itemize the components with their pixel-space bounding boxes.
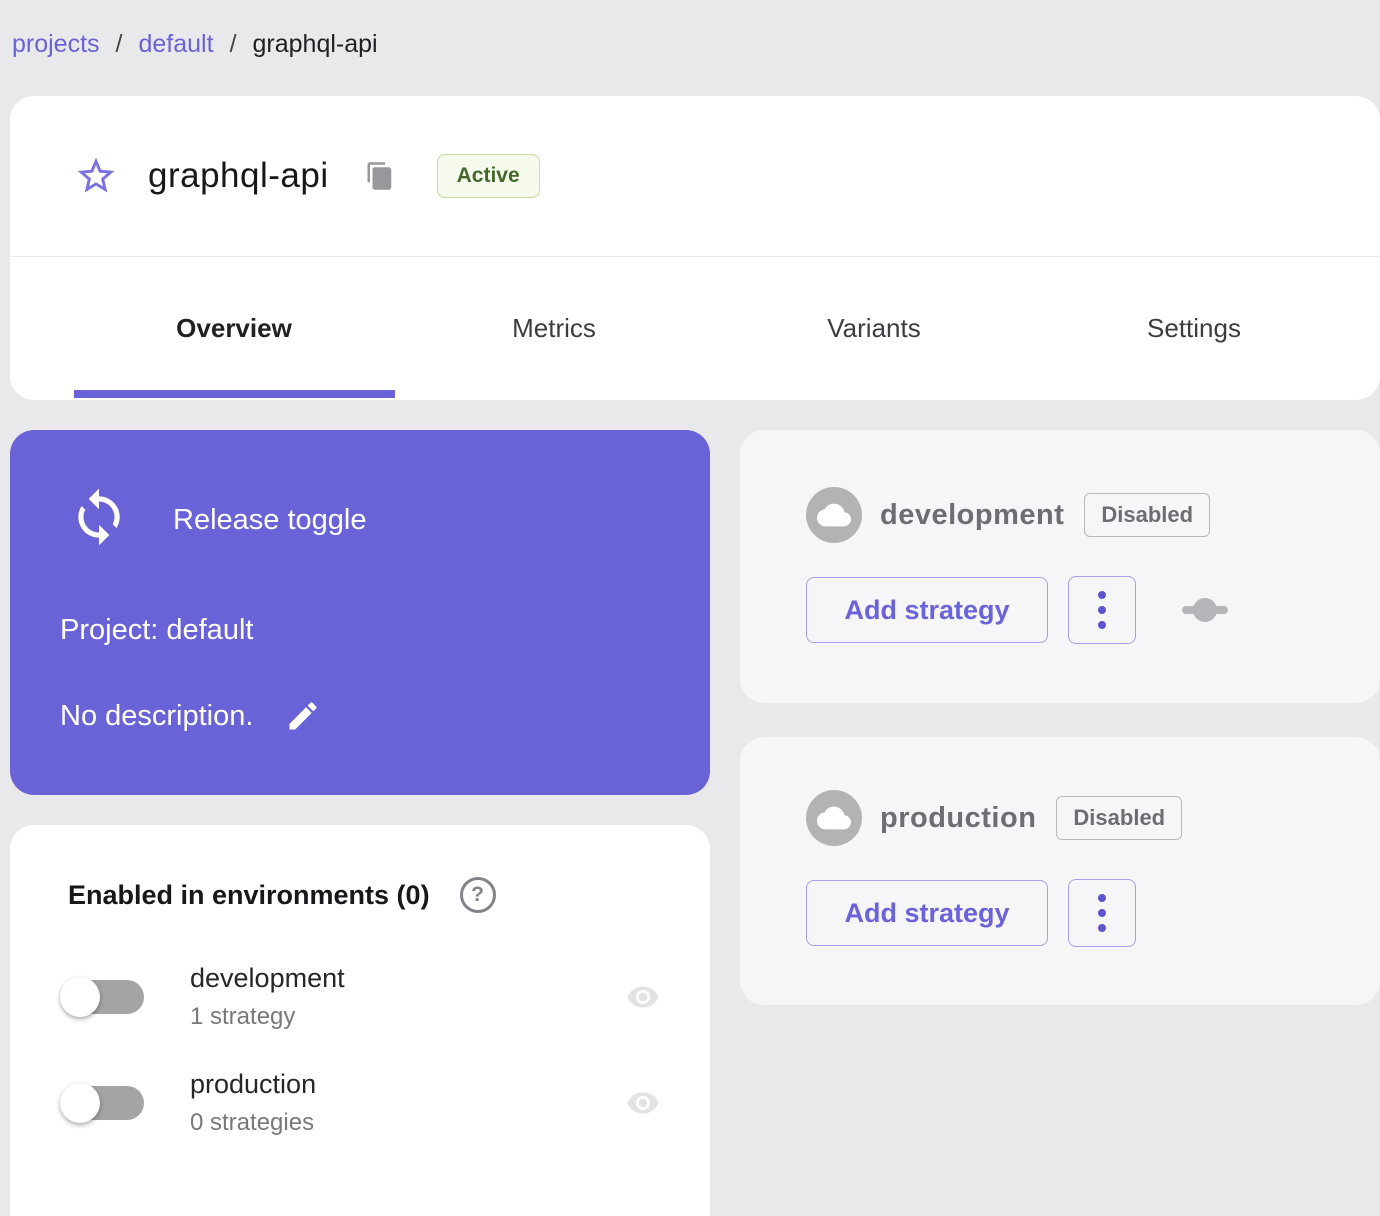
production-toggle-switch[interactable] [60,1078,144,1128]
environment-status-badge: Disabled [1084,493,1211,537]
toggle-description-label: No description. [60,699,254,732]
panel-environment-name: production [880,801,1037,834]
strategy-slider-icon [1182,597,1228,623]
breadcrumb-separator: / [115,30,123,58]
switch-thumb [60,977,100,1017]
edit-description-icon[interactable] [285,698,321,734]
cloud-environment-icon [806,487,862,543]
help-icon[interactable]: ? [459,877,496,913]
add-strategy-button[interactable]: Add strategy [806,577,1048,643]
release-toggle-icon [68,486,130,548]
development-strategy-panel: development Disabled Add strategy [740,430,1380,703]
project-feature-page: projects / default / graphql-api graphql… [0,0,1380,1216]
breadcrumb-separator: / [229,30,237,58]
production-strategy-panel: production Disabled Add strategy [740,737,1380,1005]
active-tab-indicator [74,390,395,398]
feature-title-row: graphql-api Active [10,96,1380,257]
feature-header-card: graphql-api Active Overview Metrics Vari… [10,96,1380,400]
page-title: graphql-api [148,156,329,195]
favorite-star-icon[interactable] [74,154,118,198]
copy-name-icon[interactable] [365,159,395,193]
breadcrumb-projects-link[interactable]: projects [12,30,100,59]
breadcrumb: projects / default / graphql-api [12,30,378,59]
status-badge: Active [436,154,540,198]
environment-strategy-count: 0 strategies [190,1109,315,1136]
development-toggle-switch[interactable] [60,972,144,1022]
environment-strategy-count: 1 strategy [190,1003,296,1030]
kebab-menu-icon[interactable] [1068,576,1136,644]
add-strategy-button[interactable]: Add strategy [806,880,1048,946]
switch-thumb [60,1083,100,1123]
tab-metrics[interactable]: Metrics [394,257,714,399]
environment-name: development [190,963,345,993]
tab-overview[interactable]: Overview [74,257,394,399]
visibility-eye-icon[interactable] [620,980,666,1014]
breadcrumb-default-link[interactable]: default [139,30,214,59]
panel-environment-name: development [880,498,1065,531]
environment-row-production: production 0 strategies [60,1069,666,1137]
feature-tabs: Overview Metrics Variants Settings [10,257,1380,399]
visibility-eye-icon[interactable] [620,1086,666,1120]
tab-settings[interactable]: Settings [1034,257,1354,399]
environment-name: production [190,1069,317,1099]
breadcrumb-current: graphql-api [252,30,378,58]
environment-status-badge: Disabled [1056,796,1183,840]
toggle-type-card: Release toggle Project: default No descr… [10,430,710,795]
toggle-type-label: Release toggle [173,504,367,536]
cloud-environment-icon [806,790,862,846]
enabled-environments-card: Enabled in environments (0) ? developmen… [10,825,710,1216]
environment-row-development: development 1 strategy [60,963,666,1031]
enabled-environments-heading: Enabled in environments (0) [68,879,430,910]
tab-variants[interactable]: Variants [714,257,1034,399]
toggle-project-label: Project: default [60,614,254,646]
kebab-menu-icon[interactable] [1068,879,1136,947]
